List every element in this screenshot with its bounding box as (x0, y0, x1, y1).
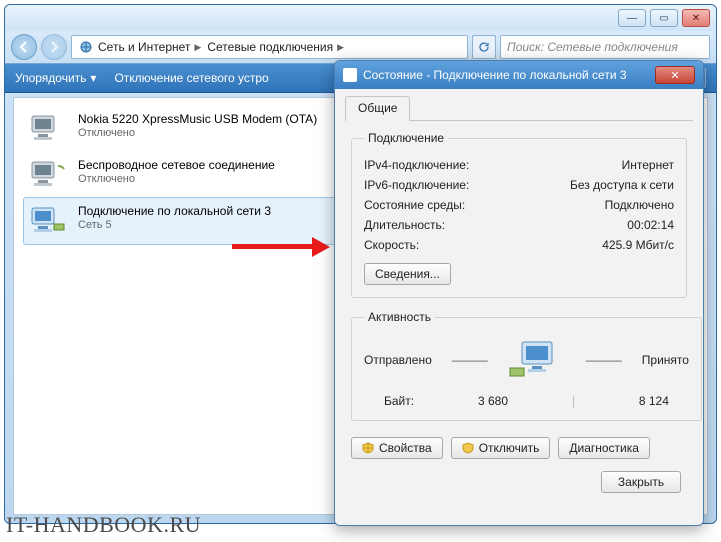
dialog-close-button[interactable]: ✕ (655, 66, 695, 84)
media-value: Подключено (605, 198, 674, 212)
list-item-title: Nokia 5220 XpressMusic USB Modem (OTA) (78, 112, 317, 126)
annotation-arrow (232, 237, 332, 257)
address-bar[interactable]: Сеть и Интернет ▶ Сетевые подключения ▶ (71, 35, 468, 59)
speed-value: 425.9 Мбит/с (602, 238, 674, 252)
window-titlebar[interactable]: — ▭ ✕ (5, 5, 716, 31)
breadcrumb-current[interactable]: Сетевые подключения ▶ (207, 40, 344, 54)
arrow-left-icon (18, 41, 30, 53)
divider-line: ——— (586, 353, 622, 367)
search-placeholder: Поиск: Сетевые подключения (507, 40, 678, 54)
disable-label: Отключить (479, 441, 540, 455)
status-dialog: Состояние - Подключение по локальной сет… (334, 60, 704, 526)
nic-icon (28, 158, 68, 192)
arrow-right-icon (48, 41, 60, 53)
duration-value: 00:02:14 (627, 218, 674, 232)
maximize-button[interactable]: ▭ (650, 9, 678, 27)
divider-line: ——— (452, 353, 488, 367)
nic-icon (28, 204, 68, 238)
tabstrip: Общие (345, 95, 693, 121)
disable-device-button[interactable]: Отключение сетевого устро (114, 71, 268, 85)
nav-back-button[interactable] (11, 34, 37, 60)
list-item-sub: Отключено (78, 173, 275, 185)
sent-label: Отправлено (364, 353, 432, 367)
chevron-right-icon: ▶ (337, 42, 344, 53)
search-input[interactable]: Поиск: Сетевые подключения (500, 35, 710, 59)
properties-button[interactable]: Свойства (351, 437, 443, 459)
organize-menu[interactable]: Упорядочить ▾ (15, 71, 96, 85)
duration-label: Длительность: (364, 218, 445, 232)
details-button[interactable]: Сведения... (364, 263, 451, 285)
connection-group: Подключение IPv4-подключение: Интернет IP… (351, 131, 687, 298)
refresh-icon (478, 41, 490, 53)
refresh-button[interactable] (472, 35, 496, 59)
address-row: Сеть и Интернет ▶ Сетевые подключения ▶ … (5, 31, 716, 63)
activity-icon (508, 338, 566, 382)
chevron-right-icon: ▶ (194, 42, 201, 53)
watermark: IT-HANDBOOK.RU (6, 512, 201, 538)
speed-label: Скорость: (364, 238, 419, 252)
disable-label: Отключение сетевого устро (114, 71, 268, 85)
breadcrumb-root[interactable]: Сеть и Интернет ▶ (78, 40, 201, 54)
ipv6-value: Без доступа к сети (570, 178, 674, 192)
organize-label: Упорядочить (15, 71, 86, 85)
details-label: Сведения... (375, 267, 440, 281)
ipv6-label: IPv6-подключение: (364, 178, 469, 192)
breadcrumb-current-label: Сетевые подключения (207, 40, 333, 54)
shield-icon (362, 442, 374, 454)
list-item-sub: Отключено (78, 127, 317, 139)
recv-label: Принято (642, 353, 689, 367)
diagnose-button[interactable]: Диагностика (558, 437, 650, 459)
bytes-label: Байт: (384, 394, 414, 408)
media-label: Состояние среды: (364, 198, 465, 212)
breadcrumb-root-label: Сеть и Интернет (98, 40, 190, 54)
dialog-icon (343, 68, 357, 82)
chevron-down-icon: ▾ (90, 71, 96, 85)
dialog-titlebar[interactable]: Состояние - Подключение по локальной сет… (335, 61, 703, 89)
connection-legend: Подключение (364, 131, 448, 145)
dialog-title: Состояние - Подключение по локальной сет… (363, 68, 627, 82)
list-item-title: Подключение по локальной сети 3 (78, 204, 271, 218)
minimize-button[interactable]: — (618, 9, 646, 27)
list-item-sub: Сеть 5 (78, 219, 271, 231)
ipv4-label: IPv4-подключение: (364, 158, 469, 172)
bytes-sent: 3 680 (478, 394, 508, 408)
diagnose-label: Диагностика (569, 441, 639, 455)
bytes-recv: 8 124 (639, 394, 669, 408)
disable-button[interactable]: Отключить (451, 437, 551, 459)
close-label: Закрыть (618, 475, 664, 489)
ipv4-value: Интернет (622, 158, 674, 172)
window-close-button[interactable]: ✕ (682, 9, 710, 27)
nav-forward-button[interactable] (41, 34, 67, 60)
tab-label: Общие (358, 101, 397, 115)
activity-legend: Активность (364, 310, 435, 324)
close-button[interactable]: Закрыть (601, 471, 681, 493)
list-item-title: Беспроводное сетевое соединение (78, 158, 275, 172)
properties-label: Свойства (379, 441, 432, 455)
shield-icon (462, 442, 474, 454)
nic-icon (28, 112, 68, 146)
activity-group: Активность Отправлено ——— ——— Принято Ба… (351, 310, 702, 421)
tab-general[interactable]: Общие (345, 96, 410, 121)
network-icon (78, 40, 94, 54)
